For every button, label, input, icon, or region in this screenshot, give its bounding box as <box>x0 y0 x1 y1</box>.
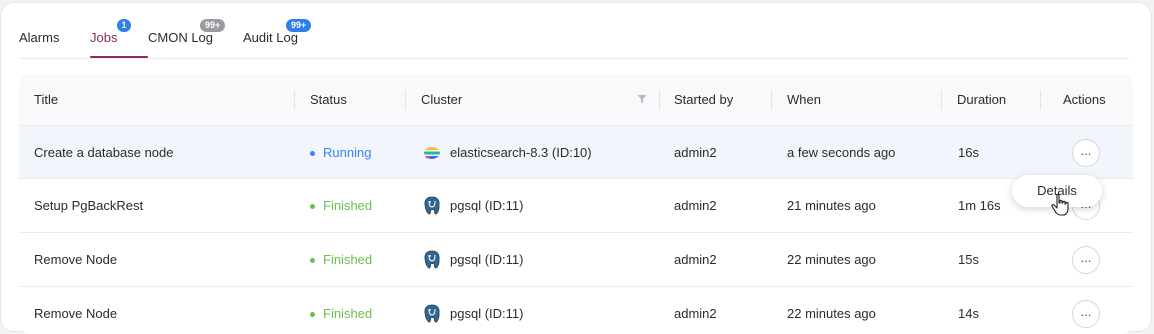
cluster-name: elasticsearch-8.3 (ID:10) <box>450 145 592 160</box>
job-duration: 1m 16s <box>958 198 1001 213</box>
cmon-log-count-badge: 99+ <box>200 19 226 32</box>
hand-pointer-icon <box>1051 193 1069 216</box>
column-divider <box>941 90 942 110</box>
job-title: Create a database node <box>34 145 174 160</box>
job-when: a few seconds ago <box>787 145 896 160</box>
table-row[interactable]: Remove Node Finished pgsql (ID:11) admin… <box>19 286 1133 334</box>
table-row[interactable]: Create a database node Running elasticse… <box>19 125 1133 179</box>
tab-audit-log[interactable]: Audit Log 99+ <box>243 19 313 59</box>
started-by: admin2 <box>674 306 717 321</box>
job-duration: 16s <box>958 145 979 160</box>
column-divider <box>659 90 660 110</box>
cluster-name: pgsql (ID:11) <box>450 252 524 267</box>
tab-cmon-log[interactable]: CMON Log 99+ <box>148 19 243 59</box>
tab-label: Jobs <box>90 30 118 45</box>
tabs-divider <box>19 58 1129 59</box>
started-by: admin2 <box>674 145 717 160</box>
table-row[interactable]: Setup PgBackRest Finished pgsql (ID:11) … <box>19 178 1133 232</box>
postgresql-icon <box>424 196 440 215</box>
status-text: Finished <box>323 306 373 321</box>
status-text: Running <box>323 145 372 160</box>
tab-alarms[interactable]: Alarms <box>19 25 90 59</box>
elasticsearch-icon <box>424 147 440 159</box>
postgresql-icon <box>424 304 440 323</box>
status-text: Finished <box>323 198 373 213</box>
job-status: Finished <box>310 233 372 287</box>
status-dot <box>310 203 315 209</box>
column-header-title[interactable]: Title <box>34 74 58 126</box>
tab-jobs[interactable]: Jobs 1 <box>90 19 148 59</box>
postgresql-icon <box>424 250 440 269</box>
job-cluster[interactable]: elasticsearch-8.3 (ID:10) <box>423 126 592 180</box>
filter-icon[interactable] <box>637 94 647 104</box>
jobs-count-badge: 1 <box>117 19 131 32</box>
started-by: admin2 <box>674 198 717 213</box>
audit-log-count-badge: 99+ <box>286 19 312 32</box>
column-header-status[interactable]: Status <box>310 74 347 126</box>
job-cluster[interactable]: pgsql (ID:11) <box>423 179 523 233</box>
column-header-cluster[interactable]: Cluster <box>421 74 462 126</box>
tab-label: CMON Log <box>148 30 214 45</box>
job-cluster[interactable]: pgsql (ID:11) <box>423 233 523 287</box>
column-header-when[interactable]: When <box>787 74 821 126</box>
job-cluster[interactable]: pgsql (ID:11) <box>423 287 523 334</box>
table-row[interactable]: Remove Node Finished pgsql (ID:11) admin… <box>19 232 1133 286</box>
column-header-duration[interactable]: Duration <box>957 74 1006 126</box>
tab-label: Alarms <box>19 30 60 45</box>
job-title: Remove Node <box>34 306 118 321</box>
job-when: 21 minutes ago <box>787 198 876 213</box>
job-status: Finished <box>310 179 372 233</box>
column-divider <box>771 90 772 110</box>
job-status: Running <box>310 126 371 180</box>
status-dot <box>310 257 315 263</box>
column-header-started-by[interactable]: Started by <box>674 74 733 126</box>
column-header-actions: Actions <box>1063 92 1106 107</box>
row-actions-button[interactable]: ... <box>1072 139 1100 167</box>
jobs-table: Title Status Cluster Started by When Dur… <box>19 74 1133 334</box>
status-text: Finished <box>323 252 373 267</box>
jobs-panel: Alarms Jobs 1 CMON Log 99+ Audit Log 99+… <box>0 2 1152 334</box>
job-duration: 14s <box>958 306 979 321</box>
cluster-name: pgsql (ID:11) <box>450 198 524 213</box>
column-divider <box>294 90 295 110</box>
column-divider <box>1040 90 1041 110</box>
row-actions-button[interactable]: ... <box>1072 246 1100 274</box>
table-header: Title Status Cluster Started by When Dur… <box>19 74 1133 126</box>
job-title: Remove Node <box>34 252 118 267</box>
status-dot <box>310 150 315 156</box>
column-divider <box>405 90 406 110</box>
cluster-name: pgsql (ID:11) <box>450 306 524 321</box>
job-title: Setup PgBackRest <box>34 198 144 213</box>
job-status: Finished <box>310 287 372 334</box>
status-dot <box>310 311 315 317</box>
row-actions-button[interactable]: ... <box>1072 300 1100 328</box>
started-by: admin2 <box>674 252 717 267</box>
job-when: 22 minutes ago <box>787 252 876 267</box>
tab-label: Audit Log <box>243 30 298 45</box>
job-when: 22 minutes ago <box>787 306 876 321</box>
log-tabs: Alarms Jobs 1 CMON Log 99+ Audit Log 99+ <box>19 19 313 59</box>
job-duration: 15s <box>958 252 979 267</box>
